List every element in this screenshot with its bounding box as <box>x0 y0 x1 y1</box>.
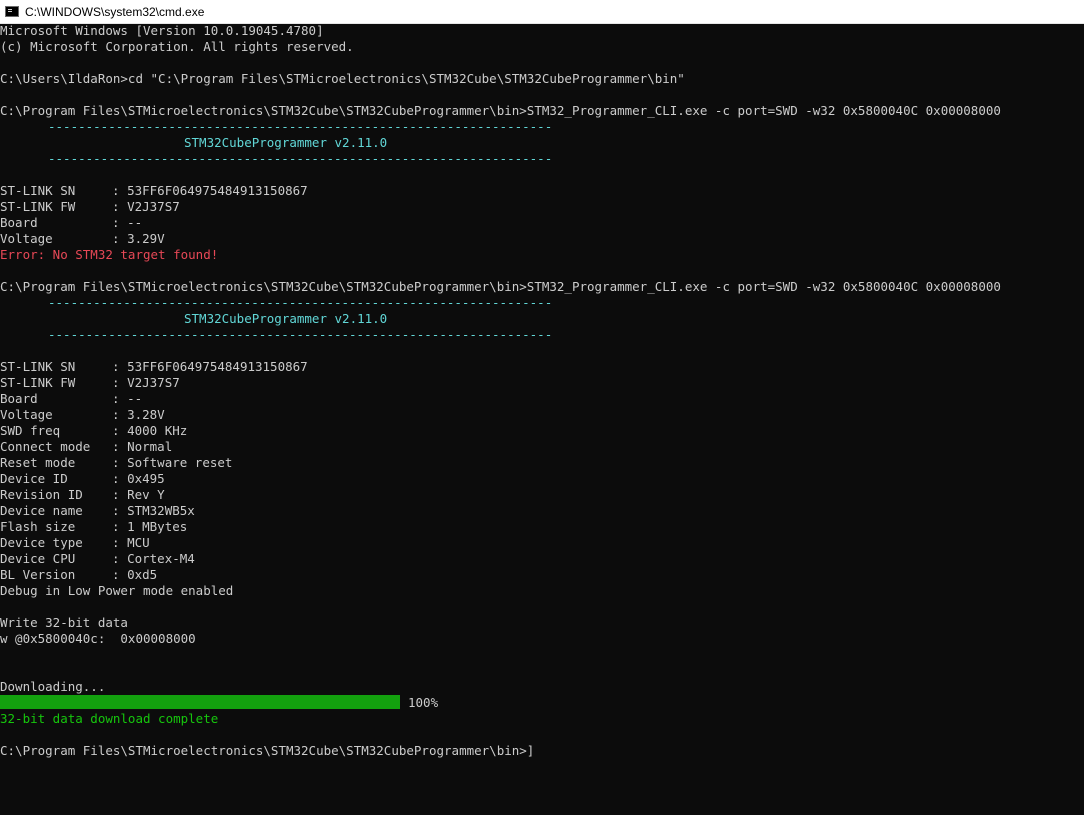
downloading-line: Downloading... <box>0 679 106 694</box>
write-line: w @0x5800040c: 0x00008000 <box>0 631 196 646</box>
banner-separator: ----------------------------------------… <box>48 327 553 342</box>
info-line: Revision ID: Rev Y <box>0 487 165 502</box>
info-key: ST-LINK SN <box>0 183 76 198</box>
info-key: Reset mode <box>0 455 76 470</box>
write-header: Write 32-bit data <box>0 615 128 630</box>
version-line: Microsoft Windows [Version 10.0.19045.47… <box>0 23 324 38</box>
command-line: C:\Program Files\STMicroelectronics\STM3… <box>0 103 1001 118</box>
info-line: Connect mode: Normal <box>0 439 173 454</box>
info-line: Reset mode: Software reset <box>0 455 233 470</box>
window-title: C:\WINDOWS\system32\cmd.exe <box>25 4 205 19</box>
title-bar[interactable]: C:\WINDOWS\system32\cmd.exe <box>0 0 1084 24</box>
info-key: Board <box>0 391 38 406</box>
info-value: V2J37S7 <box>127 199 180 214</box>
info-value: STM32WB5x <box>127 503 195 518</box>
info-key: Device CPU <box>0 551 76 566</box>
info-key: Connect mode <box>0 439 91 454</box>
console-icon <box>5 6 19 17</box>
info-key: Device name <box>0 503 83 518</box>
banner-separator: ----------------------------------------… <box>48 295 553 310</box>
console-output[interactable]: Microsoft Windows [Version 10.0.19045.47… <box>0 23 1084 815</box>
info-value: Normal <box>127 439 173 454</box>
info-key: Device ID <box>0 471 68 486</box>
banner-separator: ----------------------------------------… <box>48 119 553 134</box>
info-line: Voltage: 3.29V <box>0 231 165 246</box>
info-line: ST-LINK FW: V2J37S7 <box>0 375 180 390</box>
info-line: ST-LINK SN: 53FF6F064975484913150867 <box>0 359 308 374</box>
info-line: BL Version: 0xd5 <box>0 567 158 582</box>
banner-separator: ----------------------------------------… <box>48 151 553 166</box>
info-line: Device type: MCU <box>0 535 150 550</box>
progress-fill <box>0 695 400 709</box>
info-key: Board <box>0 215 38 230</box>
debug-line: Debug in Low Power mode enabled <box>0 583 234 598</box>
cmd-window: C:\WINDOWS\system32\cmd.exe Microsoft Wi… <box>0 0 1084 815</box>
command-line: C:\Users\IldaRon>cd "C:\Program Files\ST… <box>0 71 685 86</box>
info-value: 1 MBytes <box>127 519 188 534</box>
info-value: 53FF6F064975484913150867 <box>127 359 308 374</box>
info-line: Device ID: 0x495 <box>0 471 165 486</box>
info-key: Device type <box>0 535 83 550</box>
info-key: Revision ID <box>0 487 83 502</box>
info-value: -- <box>127 391 143 406</box>
error-line: Error: No STM32 target found! <box>0 247 219 262</box>
info-line: Flash size: 1 MBytes <box>0 519 188 534</box>
info-line: Device name: STM32WB5x <box>0 503 195 518</box>
info-value: 0xd5 <box>127 567 158 582</box>
info-key: Voltage <box>0 407 53 422</box>
banner-title: STM32CubeProgrammer v2.11.0 <box>184 311 388 326</box>
info-value: Software reset <box>127 455 233 470</box>
info-value: -- <box>127 215 143 230</box>
info-key: ST-LINK SN <box>0 359 76 374</box>
info-value: Cortex-M4 <box>127 551 195 566</box>
info-value: MCU <box>127 535 150 550</box>
info-value: V2J37S7 <box>127 375 180 390</box>
info-line: ST-LINK FW: V2J37S7 <box>0 199 180 214</box>
info-line: ST-LINK SN: 53FF6F064975484913150867 <box>0 183 308 198</box>
info-key: Voltage <box>0 231 53 246</box>
info-key: SWD freq <box>0 423 61 438</box>
banner-title: STM32CubeProgrammer v2.11.0 <box>184 135 388 150</box>
info-key: BL Version <box>0 567 76 582</box>
info-value: 4000 KHz <box>127 423 188 438</box>
info-line: Board: -- <box>0 215 143 230</box>
info-value: 3.28V <box>127 407 165 422</box>
info-key: ST-LINK FW <box>0 199 76 214</box>
info-line: Device CPU: Cortex-M4 <box>0 551 195 566</box>
success-line: 32-bit data download complete <box>0 711 219 726</box>
info-value: 0x495 <box>127 471 165 486</box>
prompt-line: C:\Program Files\STMicroelectronics\STM3… <box>0 743 535 758</box>
info-value: Rev Y <box>127 487 165 502</box>
info-value: 3.29V <box>127 231 165 246</box>
progress-bar <box>0 695 400 709</box>
info-line: SWD freq: 4000 KHz <box>0 423 188 438</box>
info-line: Board: -- <box>0 391 143 406</box>
info-line: Voltage: 3.28V <box>0 407 165 422</box>
info-value: 53FF6F064975484913150867 <box>127 183 308 198</box>
info-key: ST-LINK FW <box>0 375 76 390</box>
progress-percent: 100% <box>408 695 439 710</box>
command-line: C:\Program Files\STMicroelectronics\STM3… <box>0 279 1001 294</box>
copyright-line: (c) Microsoft Corporation. All rights re… <box>0 39 354 54</box>
info-key: Flash size <box>0 519 76 534</box>
